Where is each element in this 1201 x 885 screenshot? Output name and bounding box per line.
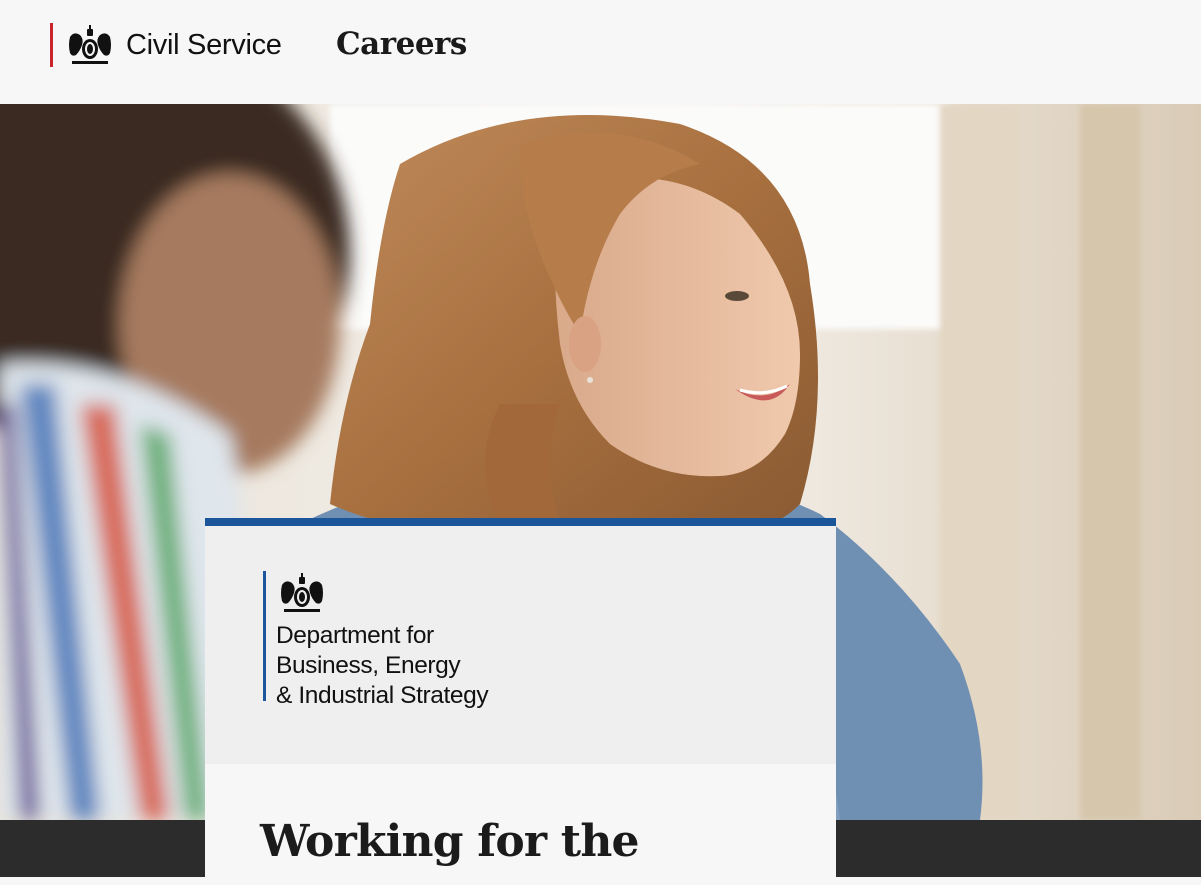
- royal-coat-of-arms-icon: [281, 573, 323, 612]
- civil-service-logo-link[interactable]: Civil Service: [50, 23, 282, 67]
- department-name-line-1: Department for: [276, 622, 434, 649]
- department-name-line-2: Business, Energy: [276, 652, 461, 679]
- brand-name: Civil Service: [126, 28, 282, 61]
- department-name-line-3: & Industrial Strategy: [276, 682, 489, 709]
- royal-coat-of-arms-icon: [69, 25, 111, 64]
- card-heading: Working for the: [260, 816, 640, 867]
- department-logo: Department for Business, Energy & Indust…: [263, 571, 489, 709]
- careers-link[interactable]: Careers: [336, 26, 467, 62]
- site-header: Civil Service Careers: [0, 0, 1201, 104]
- department-card: Department for Business, Energy & Indust…: [205, 518, 836, 885]
- card-logo-panel: Department for Business, Energy & Indust…: [205, 526, 836, 764]
